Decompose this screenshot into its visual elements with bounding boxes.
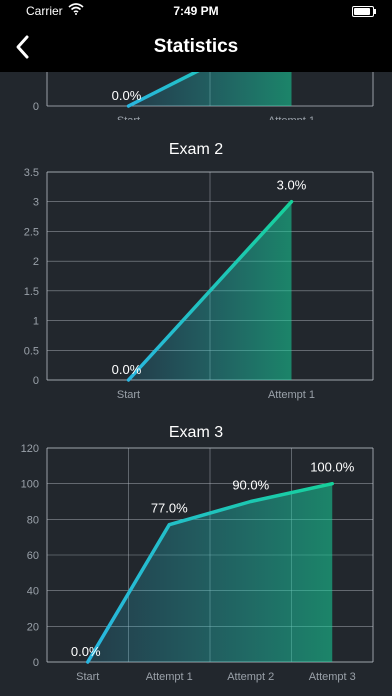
- chart-exam-3-plot: 0 20 40 60 80 100 120 0.0% 77.0% 90.0% 100.0% Start…: [21, 443, 374, 683]
- data-label: 3.0%: [277, 178, 307, 193]
- chart-exam-1: 00.0%3.0%StartAttempt 1: [0, 72, 392, 127]
- x-tick-label: Attempt 1: [268, 115, 315, 120]
- y-tick-label: 20: [27, 621, 39, 633]
- data-label: 77.0%: [151, 501, 188, 516]
- y-tick-label: 0: [33, 657, 39, 669]
- x-tick-label: Attempt 3: [309, 671, 356, 683]
- y-tick-label: 3: [33, 197, 39, 209]
- y-tick-label: 60: [27, 550, 39, 562]
- x-tick-label: Attempt 1: [268, 389, 315, 401]
- y-tick-label: 120: [21, 443, 39, 455]
- x-tick-label: Start: [117, 115, 140, 120]
- x-tick-label: Attempt 2: [227, 671, 274, 683]
- status-bar: Carrier 7:49 PM: [0, 0, 392, 22]
- x-tick-label: Attempt 1: [146, 671, 193, 683]
- series-area: [128, 72, 292, 106]
- chart-exam-2: Exam 2 0 0.5 1 1.5 2 2.5 3 3.5 0.0% 3.0% Start Atte…: [0, 136, 392, 406]
- battery-icon: [352, 6, 376, 17]
- data-label: 0.0%: [71, 644, 101, 659]
- y-tick-label: 2: [33, 256, 39, 268]
- y-tick-label: 1: [33, 316, 39, 328]
- chart-exam-3-title: Exam 3: [168, 424, 224, 441]
- y-tick-label: 80: [27, 514, 39, 526]
- statistics-scroll-view[interactable]: 0 0.0% 3.0% Start Attempt 1 Exam 2 0 0.5 1 1.5 2…: [0, 72, 392, 696]
- y-tick-label: 3.5: [24, 167, 39, 179]
- chart-exam-2-plot: 0 0.5 1 1.5 2 2.5 3 3.5 0.0% 3.0% Start Attempt 1: [24, 167, 374, 401]
- clock: 7:49 PM: [173, 4, 219, 18]
- navigation-bar: Statistics: [0, 22, 392, 72]
- data-label: 0.0%: [112, 88, 142, 103]
- y-tick-label: 1.5: [24, 286, 39, 298]
- data-label: 90.0%: [232, 478, 269, 493]
- y-tick-label: 100: [21, 479, 39, 491]
- x-tick-label: Start: [117, 389, 140, 401]
- y-tick-label: 2.5: [24, 226, 39, 238]
- y-tick-label: 0.5: [24, 345, 39, 357]
- data-label: 100.0%: [310, 460, 355, 475]
- data-label: 0.0%: [112, 362, 142, 377]
- y-tick-label: 40: [27, 586, 39, 598]
- chart-exam-3: Exam 3 0 20 40 60 80 100 120 0.0% 77.0% 90.0% 100.…: [0, 418, 392, 696]
- x-tick-label: Start: [76, 671, 99, 683]
- chart-exam-2-title: Exam 2: [168, 141, 224, 158]
- page-title: Statistics: [153, 36, 239, 57]
- y-tick-label: 0: [33, 101, 39, 113]
- chart-exam-1-plot: 00.0%3.0%StartAttempt 1: [33, 72, 374, 127]
- y-tick-label: 0: [33, 375, 39, 387]
